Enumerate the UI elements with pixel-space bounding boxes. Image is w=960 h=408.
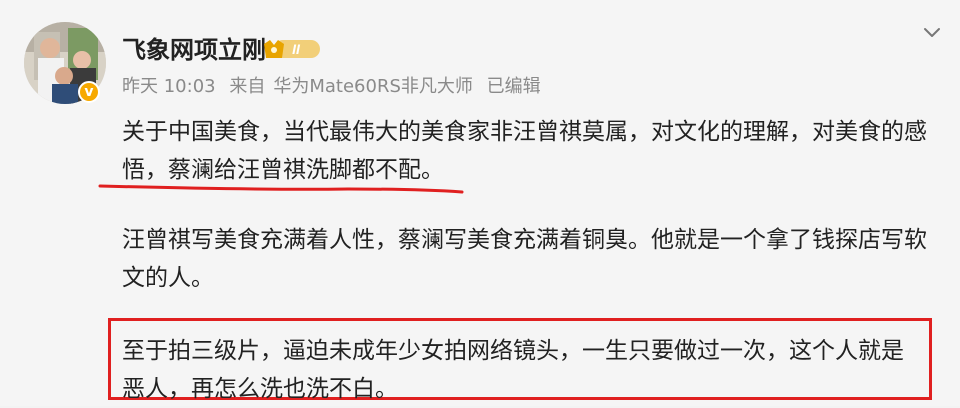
member-badge-label: II [292,41,301,57]
device-source[interactable]: 华为Mate60RS非凡大师 [273,76,473,97]
post-paragraph-3: 至于拍三级片，逼迫未成年少女拍网络镜头，一生只要做过一次，这个人就是恶人，再怎么… [122,338,904,402]
post-paragraph-2: 汪曾祺写美食充满着人性，蔡澜写美食充满着铜臭。他就是一个拿了钱探店写软文的人。 [122,227,927,291]
chevron-down-icon[interactable] [920,20,944,44]
source-prefix: 来自 [229,76,266,97]
post-time[interactable]: 昨天 10:03 [122,76,216,97]
post-meta: 昨天 10:03 来自 华为Mate60RS非凡大师 已编辑 [122,72,549,98]
username[interactable]: 飞象网项立刚 [122,30,266,65]
verified-badge-icon: v [78,81,100,103]
post-paragraph-1: 关于中国美食，当代最伟大的美食家非汪曾祺莫属，对文化的理解，对美食的感悟，蔡澜给… [122,119,927,183]
edited-label[interactable]: 已编辑 [487,76,541,97]
weibo-post-card: v 飞象网项立刚 II 昨天 10:03 来自 华为Mate60RS非凡大师 已编… [0,0,960,406]
member-level-badge[interactable]: II [262,36,322,62]
